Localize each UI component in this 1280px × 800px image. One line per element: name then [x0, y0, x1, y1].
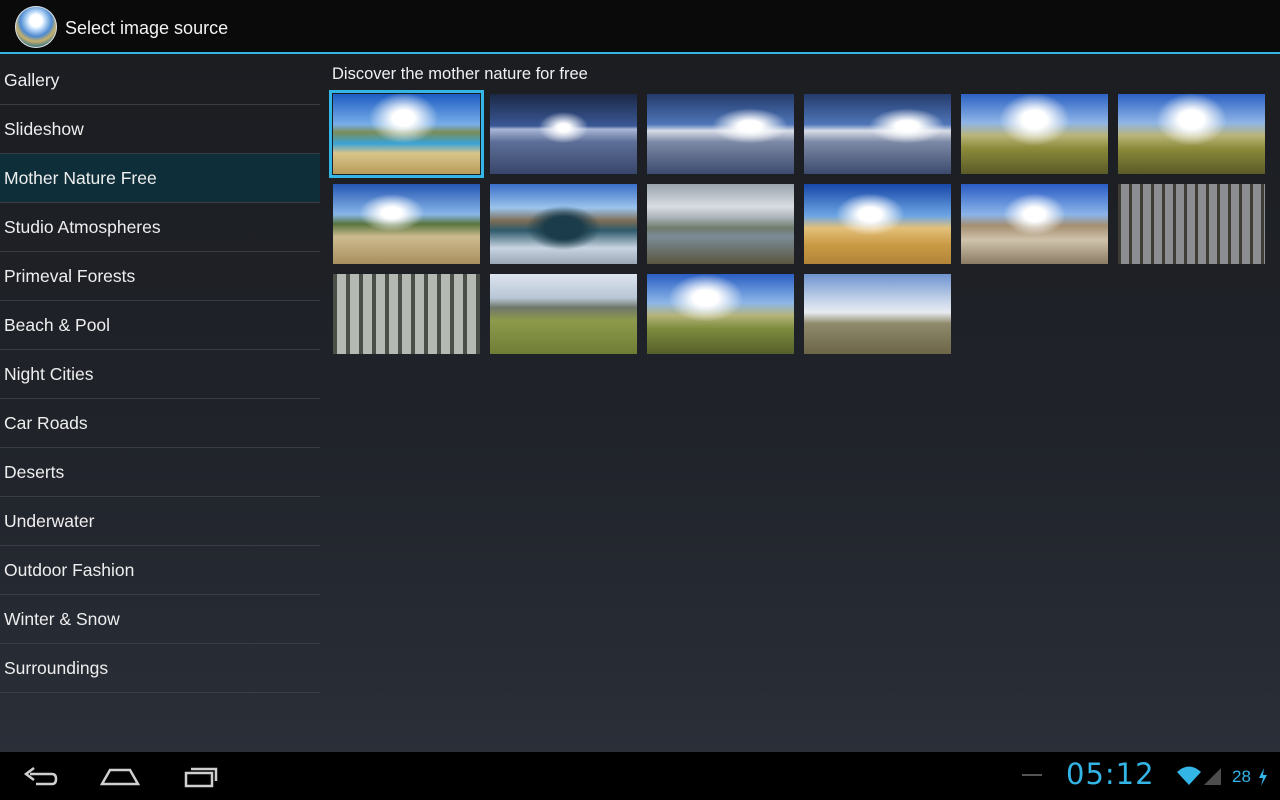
category-list: Gallery Slideshow Mother Nature Free Studio… [0, 56, 320, 693]
sidebar-item-slideshow[interactable]: Slideshow [0, 105, 320, 154]
wifi-icon [1177, 766, 1201, 785]
window-title: Select image source [65, 18, 229, 38]
thumbnail-snow-meadow[interactable] [804, 274, 951, 354]
sidebar-item-label: Surroundings [4, 658, 109, 678]
thumbnail-sand-dune[interactable] [804, 184, 951, 264]
thumbnail-snow-night[interactable] [490, 94, 637, 174]
thumbnail-rocky-shore[interactable] [333, 184, 480, 264]
thumbnail-green-hills[interactable] [647, 274, 794, 354]
thumbnail-rocky-desert[interactable] [961, 184, 1108, 264]
thumbnail-snow-field[interactable] [804, 94, 951, 174]
sidebar-item-label: Mother Nature Free [4, 168, 157, 188]
sidebar-item-label: Studio Atmospheres [4, 217, 161, 237]
sidebar-item-label: Car Roads [4, 413, 88, 433]
panorama-sphere-icon[interactable] [15, 6, 57, 48]
sidebar-item-label: Gallery [4, 70, 60, 90]
thumbnail-grass-hill[interactable] [961, 94, 1108, 174]
clock[interactable]: 05:12 [1066, 757, 1155, 791]
recent-apps-icon[interactable] [182, 762, 220, 790]
thumbnail-lake-cliffs[interactable] [490, 184, 637, 264]
thumbnail-forest-pale[interactable] [333, 274, 480, 354]
sidebar-item-studio-atmospheres[interactable]: Studio Atmospheres [0, 203, 320, 252]
thumbnail-beach-pool[interactable] [329, 90, 484, 178]
sidebar-item-label: Underwater [4, 511, 95, 531]
thumbnail-forest[interactable] [1118, 184, 1265, 264]
thumbnail-grass-hill[interactable] [1118, 94, 1265, 174]
sidebar-item-label: Deserts [4, 462, 65, 482]
sidebar-item-deserts[interactable]: Deserts [0, 448, 320, 497]
title-bar: Select image source [0, 0, 1280, 54]
sidebar-item-winter-snow[interactable]: Winter & Snow [0, 595, 320, 644]
thumbnail-snow-field[interactable] [647, 94, 794, 174]
sidebar-item-label: Beach & Pool [4, 315, 111, 335]
sidebar-item-surroundings[interactable]: Surroundings [0, 644, 320, 693]
sidebar-item-label: Outdoor Fashion [4, 560, 135, 580]
sidebar-item-label: Slideshow [4, 119, 84, 139]
sidebar-item-label: Night Cities [4, 364, 94, 384]
notification-dash-icon [1022, 774, 1042, 776]
sidebar-item-night-cities[interactable]: Night Cities [0, 350, 320, 399]
sidebar-item-gallery[interactable]: Gallery [0, 56, 320, 105]
sidebar-item-car-roads[interactable]: Car Roads [0, 399, 320, 448]
category-heading: Discover the mother nature for free [332, 65, 588, 83]
home-icon[interactable] [100, 762, 140, 790]
signal-icon [1204, 768, 1221, 785]
back-icon[interactable] [22, 762, 60, 790]
thumbnail-meadow[interactable] [490, 274, 637, 354]
sidebar-item-label: Primeval Forests [4, 266, 136, 286]
sidebar-item-mother-nature-free[interactable]: Mother Nature Free [0, 154, 320, 203]
sidebar-item-label: Winter & Snow [4, 609, 120, 629]
main-area: Gallery Slideshow Mother Nature Free Studio… [0, 54, 1280, 752]
sidebar-item-outdoor-fashion[interactable]: Outdoor Fashion [0, 546, 320, 595]
thumbnail-coast-cliff[interactable] [647, 184, 794, 264]
sidebar-item-underwater[interactable]: Underwater [0, 497, 320, 546]
sidebar-item-primeval-forests[interactable]: Primeval Forests [0, 252, 320, 301]
sidebar-item-beach-pool[interactable]: Beach & Pool [0, 301, 320, 350]
battery-level: 28 [1232, 767, 1251, 786]
battery-icon [1259, 768, 1267, 786]
